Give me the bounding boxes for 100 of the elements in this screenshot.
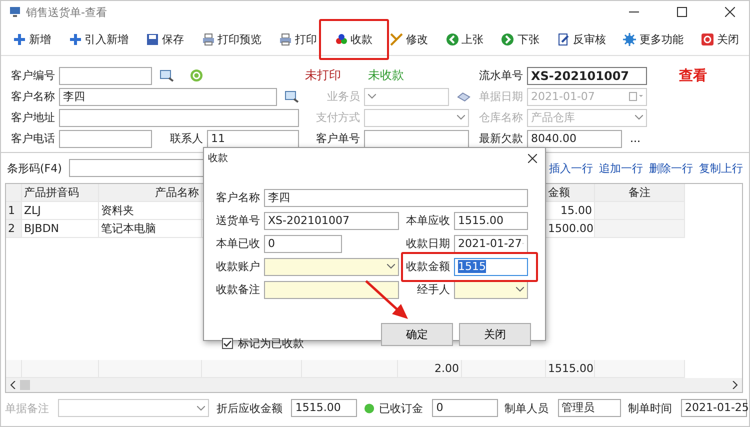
input-field[interactable] <box>264 280 399 298</box>
field-label: 客户电话 <box>10 131 56 146</box>
dropdown[interactable] <box>264 258 399 276</box>
toolbar-button[interactable]: 新增 <box>11 30 53 48</box>
more-button[interactable]: ... <box>630 132 640 145</box>
annotation-arrow <box>364 279 410 321</box>
dialog-button[interactable]: 关闭 <box>459 323 531 346</box>
checkbox[interactable] <box>222 338 233 349</box>
toolbar-button[interactable]: 打印预览 <box>200 30 264 48</box>
toolbar-button[interactable]: 反审核 <box>554 30 608 48</box>
row-number: 2 <box>6 220 22 238</box>
input-field[interactable]: 0 <box>432 399 498 417</box>
input-field[interactable] <box>364 130 469 148</box>
toolbar-icon <box>446 32 459 46</box>
input-field[interactable] <box>59 108 299 126</box>
calendar-icon <box>629 92 643 101</box>
dialog-button[interactable]: 确定 <box>381 323 453 346</box>
row-action-link[interactable]: 复制上行 <box>699 160 743 176</box>
input-field[interactable]: 1515.00 <box>291 399 357 417</box>
close-icon[interactable] <box>528 154 537 162</box>
toolbar-button[interactable]: 收款 <box>332 30 375 48</box>
field-label: 客户名称 <box>215 190 261 205</box>
field-label: 本单已收 <box>215 236 261 251</box>
scroll-right-icon[interactable] <box>732 381 738 389</box>
row-action-link[interactable]: 删除一行 <box>649 160 693 176</box>
scroll-left-icon[interactable] <box>10 381 16 389</box>
input-field[interactable]: 李四 <box>264 188 528 206</box>
toolbar-icon <box>146 32 160 46</box>
toolbar-button[interactable]: 引入新增 <box>66 30 131 48</box>
header-cell <box>6 184 22 202</box>
column-header: 产品拼音码 <box>22 184 99 202</box>
payment-status: 未收款 <box>367 67 405 84</box>
toolbar-icon <box>334 32 348 46</box>
field-label: 联系人 <box>169 131 204 146</box>
caret-icon <box>387 264 395 269</box>
amount-field[interactable]: 1515 <box>454 258 528 276</box>
input-field[interactable]: XS-202101007 <box>264 212 399 230</box>
horizontal-scrollbar[interactable] <box>6 378 742 392</box>
field-label: 条形码(F4) <box>6 160 63 176</box>
field-label: 收款金额 <box>405 259 451 274</box>
app-icon <box>9 6 21 18</box>
field-label: 单据备注 <box>5 400 50 416</box>
toolbar-button[interactable]: 打印 <box>277 30 320 48</box>
toolbar-button[interactable]: 更多功能 <box>621 30 686 48</box>
field-label: 收款备注 <box>215 282 261 297</box>
caret-icon <box>516 287 524 292</box>
row-action-link[interactable]: 追加一行 <box>599 160 643 176</box>
input-field[interactable]: 11 <box>207 130 299 148</box>
toolbar-icon <box>700 32 714 46</box>
caret-icon <box>368 94 376 99</box>
table-cell: 笔记本电脑 <box>99 220 202 238</box>
caret-icon <box>197 406 206 410</box>
toolbar-button[interactable]: 关闭 <box>698 30 741 48</box>
input-field[interactable]: 李四 <box>59 88 277 106</box>
toolbar-button[interactable]: 上张 <box>444 30 486 48</box>
field-label: 业务员 <box>326 89 361 104</box>
maximize-icon[interactable] <box>677 7 687 17</box>
total-cell: 2.00 <box>398 360 462 378</box>
input-field[interactable]: 0 <box>264 234 342 252</box>
toolbar-button[interactable]: 下张 <box>499 30 542 48</box>
input-field[interactable] <box>59 130 152 148</box>
toolbar-icon <box>390 32 404 46</box>
field-label: 收款日期 <box>405 236 451 251</box>
status-dot-icon <box>364 402 374 414</box>
input-field[interactable]: 8040.00 <box>527 130 622 148</box>
toolbar-icon <box>623 32 636 46</box>
scroll-thumb[interactable] <box>20 380 30 390</box>
field-label: 收款账户 <box>215 259 261 274</box>
toolbar-icon <box>202 32 215 46</box>
field-label: 客户编号 <box>10 68 56 83</box>
toolbar-button[interactable]: 修改 <box>388 30 430 48</box>
field-label: 送货单号 <box>215 213 261 228</box>
field-label: 制单人员 <box>504 400 550 416</box>
input-field[interactable]: 1515.00 <box>454 212 528 230</box>
search-icon[interactable] <box>160 70 174 82</box>
search-icon[interactable] <box>285 90 299 102</box>
row-action-link[interactable]: 插入一行 <box>549 160 593 176</box>
toolbar-icon <box>279 32 292 46</box>
eraser-icon[interactable] <box>457 92 471 102</box>
refresh-icon[interactable] <box>190 69 203 82</box>
caret-icon <box>635 115 643 120</box>
input-field[interactable] <box>59 66 152 84</box>
column-header: 产品名称 <box>99 184 202 202</box>
window-title: 销售送货单-查看 <box>26 4 107 20</box>
input-field[interactable]: 2021-01-25 <box>681 399 747 417</box>
close-icon[interactable] <box>725 7 735 17</box>
input-field[interactable]: 管理员 <box>558 399 621 417</box>
date-field[interactable]: 2021-01-27 <box>454 234 528 252</box>
dialog-title: 收款 <box>208 152 228 165</box>
table-cell: BJBDN <box>22 220 99 238</box>
field-label: 经手人 <box>416 282 451 297</box>
view-mode-label: 查看 <box>678 66 708 84</box>
caret-icon <box>457 115 465 120</box>
field-label: 已收订金 <box>379 400 424 416</box>
total-cell: 1515.00 <box>546 360 595 378</box>
field-label: 本单应收 <box>405 213 451 228</box>
serial-number-field[interactable]: XS-202101007 <box>527 66 647 84</box>
toolbar-icon <box>556 32 570 46</box>
toolbar-button[interactable]: 保存 <box>144 30 186 48</box>
toolbar-icon <box>68 32 82 46</box>
